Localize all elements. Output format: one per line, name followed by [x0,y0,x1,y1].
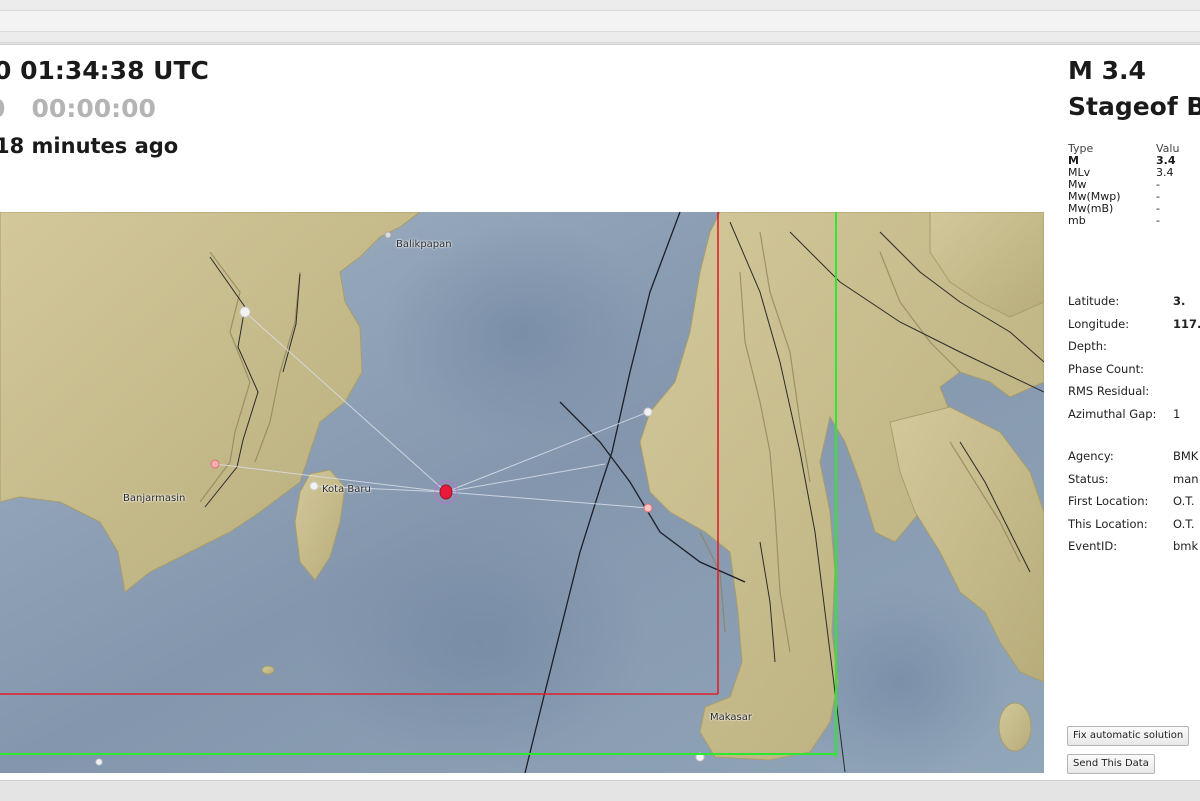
magnitude-value: - [1156,214,1160,227]
info-row-longitude: Longitude: 117. [1068,313,1200,336]
info-value: O.T. [1173,494,1195,508]
event-map[interactable]: Balikpapan Banjarmasin Kota Baru Makasar [0,212,1044,773]
info-row-event-id: EventID: bmk [1068,535,1200,558]
info-value: 1 [1173,406,1181,421]
info-row-depth: Depth: [1068,335,1200,358]
magnitude-row[interactable]: Mw(mB) - [1068,203,1200,215]
origin-time-utc: 0 01:34:38 UTC [0,56,209,85]
magnitude-title: M 3.4 [1068,56,1146,85]
info-label: EventID: [1068,539,1118,553]
top-toolbar [0,0,1200,43]
info-label: Agency: [1068,449,1114,463]
send-data-button[interactable]: Send This Data [1067,754,1155,774]
info-value: BMK [1173,449,1199,463]
magnitude-row[interactable]: mb - [1068,215,1200,227]
info-row-first-location: First Location: O.T. [1068,490,1200,513]
sea-shading [380,222,660,442]
magnitude-table: Type Valu M 3.4 MLv 3.4 Mw - Mw(Mwp) - M… [1068,143,1200,227]
elapsed-time: 18 minutes ago [0,134,179,158]
origin-time-local: 0 00:00:00 [0,94,156,123]
info-label: Latitude: [1068,294,1120,308]
info-row-this-location: This Location: O.T. [1068,513,1200,536]
magnitude-type: mb [1068,214,1086,227]
info-value: 3. [1173,294,1186,308]
info-label: Depth: [1068,339,1107,353]
small-island [261,665,275,675]
info-label: This Location: [1068,516,1148,531]
info-value: bmk [1173,539,1199,553]
info-label: Status: [1068,471,1109,486]
magnitude-table-header: Type Valu [1068,143,1200,155]
info-label: Longitude: [1068,316,1130,331]
info-row-azimuthal-gap: Azimuthal Gap: 1 [1068,403,1200,426]
small-island [998,702,1032,752]
bottom-bar [0,780,1200,801]
info-label: Phase Count: [1068,361,1145,376]
info-label: RMS Residual: [1068,384,1150,398]
origin-time-local-date: 0 [0,94,5,123]
info-row-status: Status: man [1068,468,1200,491]
agency-title: Stageof B [1068,92,1200,121]
sea-shading [310,512,650,772]
info-value: man [1173,471,1199,486]
city-label-kota-baru: Kota Baru [322,484,371,495]
info-row-phase-count: Phase Count: [1068,358,1200,381]
city-label-makasar: Makasar [710,712,752,723]
info-row-latitude: Latitude: 3. [1068,290,1200,313]
info-label: First Location: [1068,494,1149,508]
origin-time-local-clock: 00:00:00 [31,94,156,123]
info-value: 117. [1173,316,1200,331]
location-info: Latitude: 3. Longitude: 117. Depth: Phase … [1068,290,1200,425]
fix-automatic-solution-button[interactable]: Fix automatic solution [1067,726,1190,746]
city-label-banjarmasin: Banjarmasin [123,493,186,504]
info-row-agency: Agency: BMK [1068,445,1200,468]
info-label: Azimuthal Gap: [1068,406,1157,421]
info-value: O.T. [1173,516,1195,531]
city-label-balikpapan: Balikpapan [396,239,452,250]
info-row-rms-residual: RMS Residual: [1068,380,1200,403]
toolbar-bar [0,10,1200,32]
magnitude-row[interactable]: MLv 3.4 [1068,167,1200,179]
source-info: Agency: BMK Status: man First Location: O.T… [1068,445,1200,558]
